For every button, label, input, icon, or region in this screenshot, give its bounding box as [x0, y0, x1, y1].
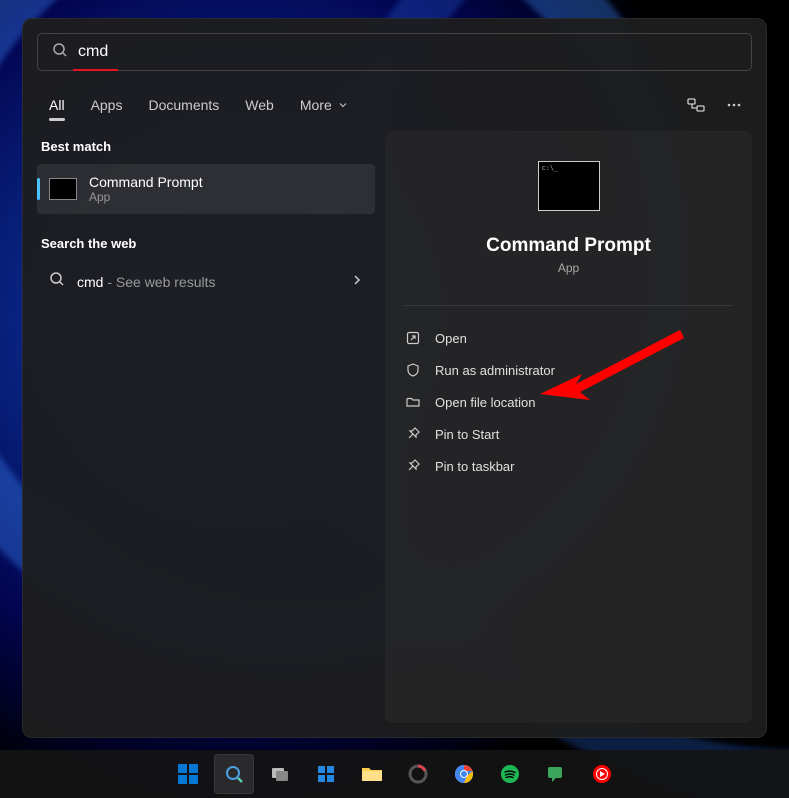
action-label: Open file location: [435, 395, 535, 410]
search-web-header: Search the web: [37, 228, 375, 261]
action-label: Pin to taskbar: [435, 459, 515, 474]
web-search-result[interactable]: cmd - See web results: [37, 261, 375, 302]
start-search-flyout: All Apps Documents Web More Best match C…: [22, 18, 767, 738]
spotify-icon[interactable]: [490, 754, 530, 794]
best-match-header: Best match: [37, 131, 375, 164]
preview-title: Command Prompt: [486, 235, 651, 257]
action-run-as-administrator[interactable]: Run as administrator: [393, 354, 744, 386]
results-column: Best match Command Prompt App Search the…: [37, 131, 375, 723]
action-label: Open: [435, 331, 467, 346]
task-view-button[interactable]: [260, 754, 300, 794]
result-title: Command Prompt: [89, 174, 203, 190]
chevron-down-icon: [338, 97, 348, 113]
filter-tab-more[interactable]: More: [288, 91, 360, 119]
divider: [405, 305, 732, 306]
web-result-text: cmd - See web results: [77, 274, 216, 290]
youtube-music-icon[interactable]: [582, 754, 622, 794]
result-subtitle: App: [89, 190, 203, 204]
taskbar-search-button[interactable]: [214, 754, 254, 794]
start-button[interactable]: [168, 754, 208, 794]
search-box[interactable]: [37, 33, 752, 71]
chat-app-icon[interactable]: [536, 754, 576, 794]
search-settings-icon[interactable]: [678, 87, 714, 123]
chrome-icon[interactable]: [444, 754, 484, 794]
app-icon[interactable]: [398, 754, 438, 794]
filter-tab-apps[interactable]: Apps: [79, 91, 135, 119]
search-input[interactable]: [78, 43, 737, 61]
best-match-result[interactable]: Command Prompt App: [37, 164, 375, 214]
filter-tab-all[interactable]: All: [37, 91, 77, 119]
preview-app-icon: [538, 161, 600, 211]
action-pin-to-taskbar[interactable]: Pin to taskbar: [393, 450, 744, 482]
widgets-button[interactable]: [306, 754, 346, 794]
action-label: Pin to Start: [435, 427, 499, 442]
web-suffix-label: - See web results: [103, 274, 215, 290]
filter-tab-web[interactable]: Web: [233, 91, 286, 119]
action-open[interactable]: Open: [393, 322, 744, 354]
search-icon: [52, 42, 78, 63]
command-prompt-icon: [49, 178, 77, 200]
chevron-right-icon: [351, 273, 363, 291]
search-icon: [49, 271, 65, 292]
filter-tab-more-label: More: [300, 97, 332, 113]
web-query-label: cmd: [77, 274, 103, 290]
filter-tab-documents[interactable]: Documents: [136, 91, 231, 119]
taskbar: [0, 750, 789, 798]
action-open-file-location[interactable]: Open file location: [393, 386, 744, 418]
action-label: Run as administrator: [435, 363, 555, 378]
file-explorer-icon[interactable]: [352, 754, 392, 794]
action-pin-to-start[interactable]: Pin to Start: [393, 418, 744, 450]
preview-subtitle: App: [558, 261, 579, 275]
more-options-icon[interactable]: [716, 87, 752, 123]
filter-tabs-row: All Apps Documents Web More: [37, 85, 752, 125]
preview-pane: Command Prompt App Open Run as administr…: [385, 131, 752, 723]
action-list: Open Run as administrator Open file loca…: [385, 316, 752, 488]
